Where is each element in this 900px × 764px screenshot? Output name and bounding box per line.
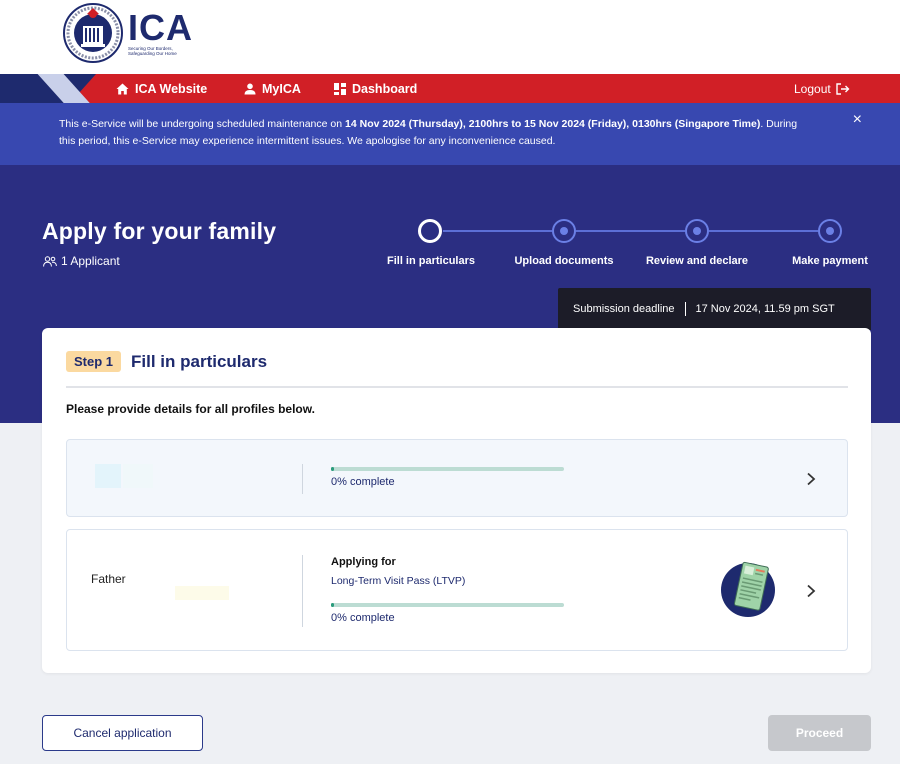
step-indicator-make-payment xyxy=(818,219,842,243)
profile-divider xyxy=(302,555,303,627)
profile-progress-bar xyxy=(331,603,564,607)
applying-for-label: Applying for xyxy=(331,556,396,568)
card-divider xyxy=(66,386,848,388)
cancel-application-button[interactable]: Cancel application xyxy=(42,715,203,751)
group-icon xyxy=(43,255,57,267)
stepper-connector xyxy=(443,230,552,232)
ica-logo[interactable]: ICA Securing Our Borders, Safeguarding O… xyxy=(62,2,193,64)
user-icon xyxy=(244,83,256,94)
profile-card-applicant[interactable]: 0% complete xyxy=(66,439,848,517)
profile-progress-label: 0% complete xyxy=(331,612,395,624)
redacted-name xyxy=(175,586,229,600)
ica-crest-icon xyxy=(63,3,123,63)
nav-myica-link[interactable]: MyICA xyxy=(244,74,301,103)
deadline-separator xyxy=(684,301,686,316)
page-title: Apply for your family xyxy=(42,218,277,244)
banner-close-button[interactable]: × xyxy=(853,111,862,129)
stepper-connector xyxy=(709,230,818,232)
profile-card-father[interactable]: Father Applying for Long-Term Visit Pass… xyxy=(66,529,848,651)
nav-dashboard-link[interactable]: Dashboard xyxy=(334,74,417,103)
site-header: ICA Securing Our Borders, Safeguarding O… xyxy=(0,0,900,74)
profile-name: Father xyxy=(91,572,126,586)
nav-ica-website-link[interactable]: ICA Website xyxy=(116,74,207,103)
step-header: Step 1 Fill in particulars xyxy=(66,351,267,372)
logout-link[interactable]: Logout xyxy=(794,74,850,103)
home-icon xyxy=(116,83,129,94)
step-indicator-review-and-declare xyxy=(685,219,709,243)
chevron-right-icon xyxy=(807,472,816,486)
dashboard-icon xyxy=(334,82,346,95)
maintenance-banner: This e-Service will be undergoing schedu… xyxy=(0,103,900,165)
applicant-count: 1 Applicant xyxy=(43,254,120,268)
step-badge: Step 1 xyxy=(66,351,122,372)
chevron-right-icon xyxy=(807,584,816,598)
card-instruction: Please provide details for all profiles … xyxy=(66,402,315,416)
logout-icon xyxy=(836,82,850,95)
redacted-name xyxy=(123,464,153,488)
ltvp-pass-card-icon xyxy=(721,561,775,617)
step-label-fill-in-particulars: Fill in particulars xyxy=(386,255,476,267)
submission-deadline: Submission deadline 17 Nov 2024, 11.59 p… xyxy=(558,288,871,330)
proceed-button[interactable]: Proceed xyxy=(768,715,871,751)
profile-divider xyxy=(302,464,303,494)
logo-wordmark: ICA xyxy=(128,7,193,48)
redacted-name xyxy=(95,464,121,488)
profile-progress-label: 0% complete xyxy=(331,476,395,488)
step-label-upload-documents: Upload documents xyxy=(514,255,614,267)
step-indicator-fill-in-particulars xyxy=(418,219,442,243)
step-label-make-payment: Make payment xyxy=(792,255,868,267)
profile-progress-bar xyxy=(331,467,564,471)
step-indicator-upload-documents xyxy=(552,219,576,243)
step-label-review-and-declare: Review and declare xyxy=(645,255,749,267)
particulars-card: Step 1 Fill in particulars Please provid… xyxy=(42,328,871,673)
applying-for-value: Long-Term Visit Pass (LTVP) xyxy=(331,575,466,587)
top-navigation-bar: ICA Website MyICA Dashboard Logout xyxy=(0,74,900,103)
step-title: Fill in particulars xyxy=(131,351,268,371)
stepper-connector xyxy=(576,230,685,232)
